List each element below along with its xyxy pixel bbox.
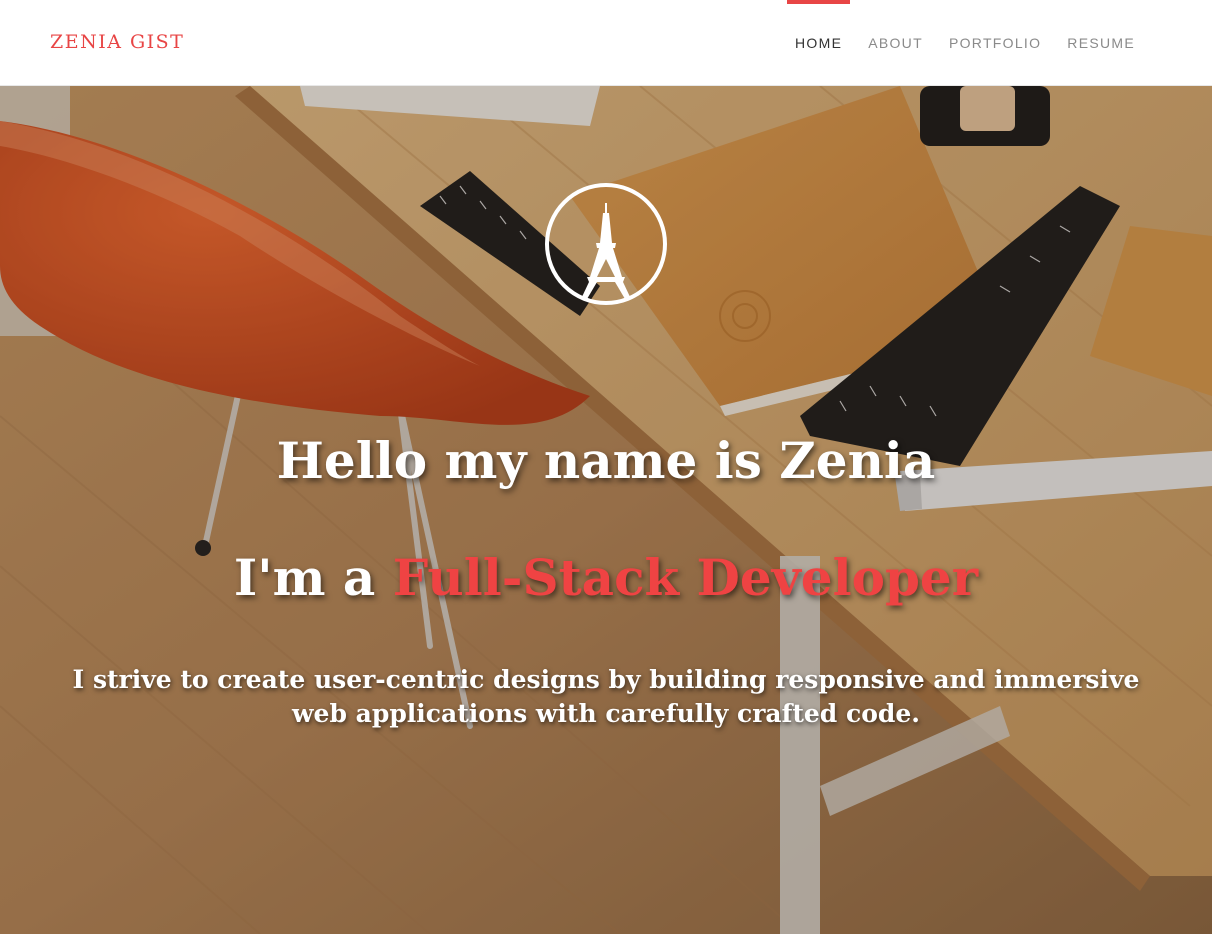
nav-item-resume: RESUME xyxy=(1054,0,1148,86)
hero-role-prefix: I'm a xyxy=(233,548,393,607)
nav-link-resume[interactable]: RESUME xyxy=(1067,35,1135,51)
eiffel-tower-icon xyxy=(545,183,667,305)
hero-role: I'm a Full-Stack Developer xyxy=(0,548,1212,607)
navbar: ZENIA GIST HOME ABOUT PORTFOLIO RESUME xyxy=(0,0,1212,86)
brand-logo[interactable]: ZENIA GIST xyxy=(50,31,184,53)
nav-item-about: ABOUT xyxy=(855,0,936,86)
hero-tagline: I strive to create user-centric designs … xyxy=(72,665,1140,728)
nav-item-portfolio: PORTFOLIO xyxy=(936,0,1054,86)
nav-menu: HOME ABOUT PORTFOLIO RESUME xyxy=(782,0,1148,86)
nav-item-home: HOME xyxy=(782,0,855,86)
nav-link-about[interactable]: ABOUT xyxy=(868,35,923,51)
nav-link-home[interactable]: HOME xyxy=(795,35,842,51)
hero-role-highlight: Full-Stack Developer xyxy=(392,548,979,607)
nav-link-portfolio[interactable]: PORTFOLIO xyxy=(949,35,1041,51)
hero-title: Hello my name is Zenia xyxy=(276,431,936,490)
hero-section: Hello my name is Zenia I'm a Full-Stack … xyxy=(0,86,1212,934)
